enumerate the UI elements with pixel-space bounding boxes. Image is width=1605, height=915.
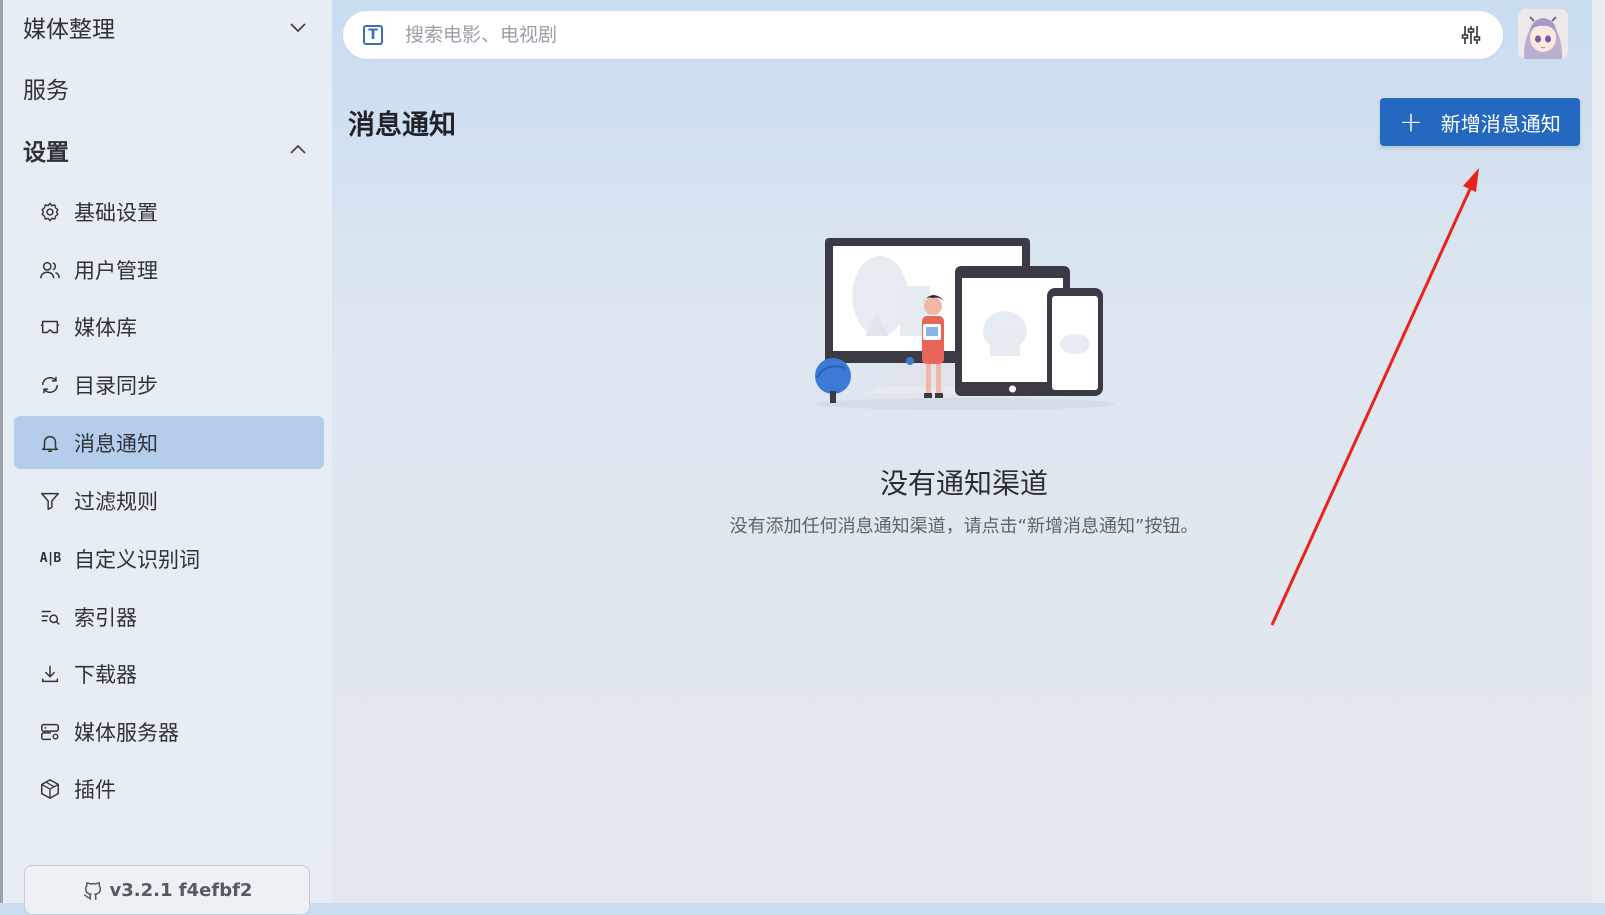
- sidebar-item-media-servers[interactable]: 媒体服务器: [14, 705, 324, 758]
- avatar-image: [1518, 9, 1568, 59]
- avatar[interactable]: [1518, 9, 1568, 59]
- server-icon: [38, 720, 62, 744]
- chevron-down-icon: [290, 23, 306, 33]
- users-icon: [38, 258, 62, 282]
- empty-state-description: 没有添加任何消息通知渠道，请点击“新增消息通知”按钮。: [729, 516, 1199, 537]
- sidebar: 媒体整理 服务 设置 基础设置 用户管理 媒体库 目录同步 消息通知 过滤规则 …: [0, 0, 332, 915]
- sidebar-item-directory-sync[interactable]: 目录同步: [14, 358, 324, 411]
- sidebar-item-label: 目录同步: [74, 373, 158, 398]
- add-notification-label: 新增消息通知: [1440, 111, 1561, 136]
- sidebar-item-label: 媒体库: [74, 315, 137, 340]
- chevron-up-icon: [290, 144, 306, 154]
- sidebar-item-label: 下载器: [74, 662, 137, 687]
- sidebar-item-label: 消息通知: [74, 431, 158, 456]
- sync-icon: [38, 373, 62, 397]
- sidebar-item-plugins[interactable]: 插件: [14, 762, 324, 815]
- group-media-organize[interactable]: 媒体整理: [23, 7, 308, 47]
- sidebar-item-label: 基础设置: [74, 200, 158, 225]
- group-settings[interactable]: 设置: [23, 130, 308, 170]
- search-input[interactable]: [403, 23, 1459, 47]
- sidebar-item-custom-words[interactable]: A|B 自定义识别词: [14, 532, 324, 585]
- sidebar-item-indexers[interactable]: 索引器: [14, 590, 324, 643]
- gear-icon: [38, 200, 62, 224]
- sidebar-item-user-management[interactable]: 用户管理: [14, 243, 324, 296]
- scrollbar-track[interactable]: [1592, 0, 1605, 903]
- group-media-organize-label: 媒体整理: [23, 17, 115, 43]
- page-title: 消息通知: [348, 110, 456, 141]
- text-type-icon: T: [363, 25, 383, 45]
- empty-state-title: 没有通知渠道: [879, 467, 1048, 500]
- empty-state-illustration: [815, 238, 1115, 410]
- add-notification-button[interactable]: + 新增消息通知: [1380, 98, 1580, 146]
- download-icon: [38, 662, 62, 686]
- ab-icon: A|B: [39, 551, 61, 566]
- sidebar-item-downloaders[interactable]: 下载器: [14, 647, 324, 700]
- sliders-icon[interactable]: [1459, 23, 1483, 47]
- version-link[interactable]: v3.2.1 f4efbf2: [24, 865, 310, 915]
- vr-library-icon: [38, 315, 62, 339]
- search-list-icon: [38, 605, 62, 629]
- sidebar-item-label: 媒体服务器: [74, 720, 179, 745]
- sidebar-item-label: 自定义识别词: [74, 547, 200, 572]
- group-settings-label: 设置: [23, 140, 69, 166]
- version-text: v3.2.1 f4efbf2: [109, 880, 253, 901]
- github-icon: [83, 882, 101, 900]
- sidebar-item-label: 插件: [74, 777, 116, 802]
- bell-icon: [38, 431, 62, 455]
- group-service-label: 服务: [23, 78, 69, 104]
- sidebar-item-label: 用户管理: [74, 258, 158, 283]
- sidebar-item-label: 索引器: [74, 605, 137, 630]
- plus-icon: +: [1399, 105, 1423, 138]
- cube-icon: [38, 777, 62, 801]
- search-bar: T: [343, 11, 1503, 59]
- group-service[interactable]: 服务: [23, 68, 308, 108]
- sidebar-item-basic-settings[interactable]: 基础设置: [14, 185, 324, 238]
- sidebar-item-media-library[interactable]: 媒体库: [14, 300, 324, 353]
